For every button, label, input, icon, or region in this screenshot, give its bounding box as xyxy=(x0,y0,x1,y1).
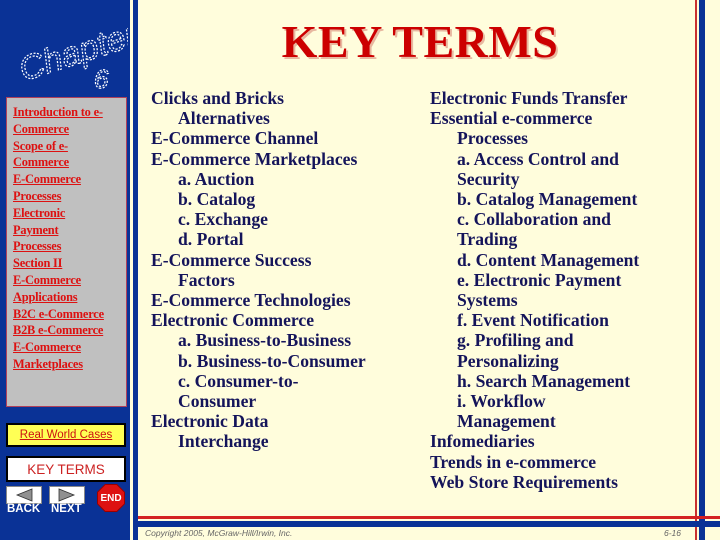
key-term: E-Commerce Channel xyxy=(151,128,319,149)
key-term: a. Auction xyxy=(178,168,255,189)
key-term: e. Electronic Payment xyxy=(457,269,622,290)
key-term: E-Commerce Marketplaces xyxy=(151,148,358,169)
key-term: Clicks and Bricks xyxy=(151,88,284,108)
key-terms-label: KEY TERMS xyxy=(27,461,105,477)
key-term: Infomediaries xyxy=(430,431,535,452)
sidebar-nav-link[interactable]: Electronic xyxy=(13,205,126,222)
key-terms-button[interactable]: KEY TERMS xyxy=(6,456,126,482)
key-term: E-Commerce Technologies xyxy=(151,290,351,311)
key-term: Personalizing xyxy=(457,350,559,371)
next-arrow-icon xyxy=(58,488,76,502)
chapter-logo-text: Chapter xyxy=(15,15,128,89)
key-term: a. Access Control and xyxy=(457,148,619,169)
sidebar-nav-link[interactable]: Commerce xyxy=(13,154,126,171)
back-arrow-icon xyxy=(15,488,33,502)
footer-rule-red xyxy=(138,516,720,519)
key-term: Processes xyxy=(457,128,529,149)
key-term: Management xyxy=(457,411,556,432)
sidebar-nav-link[interactable]: E-Commerce xyxy=(13,171,126,188)
key-term: Electronic Data xyxy=(151,411,269,432)
sidebar-nav-link[interactable]: E-Commerce xyxy=(13,339,126,356)
key-term: c. Collaboration and xyxy=(457,209,611,230)
key-terms-left-column: Clicks and Bricks Alternatives E-Commerce … xyxy=(151,88,366,452)
footer-rule-blue xyxy=(138,521,720,527)
key-term: h. Search Management xyxy=(457,370,631,391)
chapter-logo: Chapter 6 xyxy=(8,4,144,94)
sidebar-nav-link[interactable]: Introduction to e- xyxy=(13,104,126,121)
sidebar-nav-link[interactable]: Scope of e- xyxy=(13,138,126,155)
sidebar-nav-link[interactable]: Applications xyxy=(13,289,126,306)
sidebar-nav-link[interactable]: B2B e-Commerce xyxy=(13,322,126,339)
sidebar-nav-link[interactable]: Commerce xyxy=(13,121,126,138)
key-term: d. Portal xyxy=(178,229,244,250)
sidebar-nav-link[interactable]: Processes xyxy=(13,188,126,205)
end-button[interactable] xyxy=(97,484,125,512)
key-term: Web Store Requirements xyxy=(430,471,618,492)
key-term: Electronic Commerce xyxy=(151,310,314,331)
key-term: Essential e-commerce xyxy=(430,108,593,129)
key-term: Factors xyxy=(178,269,235,290)
real-world-cases-label: Real World Cases xyxy=(19,429,113,441)
key-term: E-Commerce Success xyxy=(151,249,312,270)
key-term: b. Catalog xyxy=(178,189,256,210)
sidebar-nav-link[interactable]: Marketplaces xyxy=(13,356,126,373)
sidebar-nav-link[interactable]: Payment xyxy=(13,222,126,239)
next-label[interactable]: NEXT xyxy=(51,503,82,515)
real-world-cases-button[interactable]: Real World Cases xyxy=(6,423,126,447)
key-term: g. Profiling and xyxy=(457,330,574,351)
sidebar-nav-link[interactable]: Processes xyxy=(13,238,126,255)
back-button[interactable] xyxy=(6,486,42,504)
right-border-red xyxy=(695,0,697,540)
key-term: Security xyxy=(457,168,520,189)
copyright-text: Copyright 2005, McGraw-Hill/Irwin, Inc. xyxy=(145,528,293,538)
key-term: Alternatives xyxy=(178,108,270,129)
key-term: Interchange xyxy=(178,431,269,452)
key-term: Consumer xyxy=(178,391,257,412)
chapter-number: 6 xyxy=(94,64,109,94)
key-term: Systems xyxy=(457,290,518,311)
key-terms-right-column: Electronic Funds Transfer Essential e-com… xyxy=(430,88,639,492)
key-term: Trends in e-commerce xyxy=(430,451,597,472)
right-border-blue xyxy=(699,0,705,540)
stop-sign-icon xyxy=(97,484,125,512)
key-term: Electronic Funds Transfer xyxy=(430,88,628,108)
sidebar-nav-link[interactable]: Section II xyxy=(13,255,126,272)
sidebar-nav-link[interactable]: E-Commerce xyxy=(13,272,126,289)
back-label[interactable]: BACK xyxy=(7,503,40,515)
page-number: 6-16 xyxy=(664,528,682,538)
key-term: d. Content Management xyxy=(457,249,640,270)
next-button[interactable] xyxy=(49,486,85,504)
key-term: b. Business-to-Consumer xyxy=(178,350,366,371)
key-term: c. Consumer-to- xyxy=(178,370,299,391)
key-term: Trading xyxy=(457,229,518,250)
sidebar-divider-blue xyxy=(133,0,138,540)
key-term: f. Event Notification xyxy=(457,310,609,331)
key-term: a. Business-to-Business xyxy=(178,330,352,351)
key-term: i. Workflow xyxy=(457,391,546,412)
key-term: b. Catalog Management xyxy=(457,189,638,210)
chapter-nav-panel: Introduction to e- Commerce Scope of e- Com… xyxy=(6,97,127,407)
page-title: KEY TERMS xyxy=(281,16,559,67)
sidebar-nav-link[interactable]: B2C e-Commerce xyxy=(13,306,126,323)
key-term: c. Exchange xyxy=(178,209,268,230)
